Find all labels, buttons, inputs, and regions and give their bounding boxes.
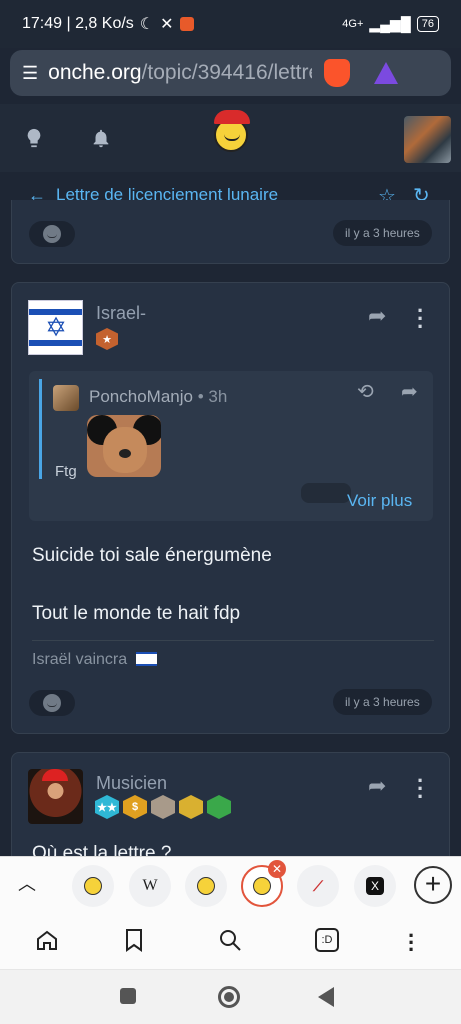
post-time: il y a 3 heures bbox=[333, 220, 432, 246]
emoji-face-icon bbox=[43, 694, 61, 712]
post-username[interactable]: Israel- bbox=[96, 303, 146, 324]
chevron-up-icon[interactable]: ︿ bbox=[18, 870, 36, 896]
reaction-button[interactable] bbox=[29, 690, 75, 716]
post-card: Musicien ★★ $ ➦ · · · Où est la lettre ? bbox=[11, 752, 450, 872]
battery-level: 76 bbox=[416, 16, 439, 32]
url-path: /topic/394416/lettre- bbox=[141, 61, 312, 84]
star-of-david-icon: ✡ bbox=[45, 312, 67, 342]
post-signature: Israël vaincra bbox=[32, 651, 157, 669]
quote-text: Ftg bbox=[55, 463, 77, 480]
tab-strip: W ⟋ X bbox=[0, 856, 461, 914]
more-options-icon[interactable]: · · · bbox=[417, 770, 424, 808]
quote-share-icon[interactable]: ➦ bbox=[401, 379, 418, 404]
share-icon[interactable]: ➦ bbox=[368, 303, 386, 329]
search-icon[interactable] bbox=[218, 928, 242, 952]
post-username[interactable]: Musicien bbox=[96, 773, 167, 794]
israel-flag-avatar[interactable]: ✡ bbox=[28, 300, 83, 355]
extension-button[interactable]: :D bbox=[315, 928, 339, 952]
bell-icon[interactable] bbox=[90, 126, 112, 150]
system-navigation bbox=[0, 970, 461, 1024]
menu-kebab-icon[interactable]: · · · bbox=[408, 925, 415, 961]
signal-icon: ▂▄▆█ bbox=[369, 15, 411, 32]
url-bar[interactable]: ☰ onche.org /topic/394416/lettre- bbox=[10, 50, 451, 96]
israel-flag-icon bbox=[135, 652, 157, 666]
portrait-badge-icon bbox=[151, 795, 175, 819]
history-icon[interactable]: ⟲ bbox=[357, 379, 374, 404]
brave-rewards-icon[interactable] bbox=[373, 62, 398, 84]
status-bar: 17:49 | 2,8 Ko/s ☾ ✕ 4G+ ▂▄▆█ 76 bbox=[0, 0, 461, 48]
beer-badge-icon bbox=[207, 795, 231, 819]
status-time-speed: 17:49 | 2,8 Ko/s bbox=[22, 15, 134, 32]
stars-badge-icon: ★★ bbox=[95, 795, 119, 819]
site-logo-mascot[interactable] bbox=[214, 110, 250, 152]
sticker-image bbox=[87, 415, 161, 477]
quote-username[interactable]: PonchoManjo bbox=[89, 387, 193, 406]
network-type: 4G+ bbox=[342, 18, 364, 30]
post-time: il y a 3 heures bbox=[333, 689, 432, 715]
close-tab-icon[interactable]: ✕ bbox=[268, 860, 286, 878]
onche-favicon-icon bbox=[197, 877, 215, 895]
jv-favicon-icon: ⟋ bbox=[313, 877, 323, 894]
tab-wikipedia[interactable]: W bbox=[129, 865, 171, 907]
brave-notification-icon bbox=[179, 17, 194, 31]
recents-icon[interactable] bbox=[120, 988, 136, 1004]
quote-bar bbox=[39, 379, 42, 479]
post-card: il y a 3 heures bbox=[11, 200, 450, 264]
user-badges: ★★ $ bbox=[95, 795, 231, 819]
more-options-icon[interactable]: · · · bbox=[417, 300, 424, 338]
tab-onche[interactable] bbox=[72, 865, 114, 907]
quote-avatar[interactable] bbox=[53, 385, 79, 411]
browser-toolbar: · · · bbox=[0, 914, 461, 970]
lightbulb-icon[interactable] bbox=[23, 126, 45, 150]
signature-text: Israël vaincra bbox=[32, 651, 128, 668]
post-body-line: Suicide toi sale énergumène bbox=[32, 545, 272, 566]
user-avatar[interactable] bbox=[404, 116, 451, 163]
tab-other[interactable]: ⟋ bbox=[297, 865, 339, 907]
musicien-avatar[interactable] bbox=[28, 769, 83, 824]
rank-badge-icon: ★ bbox=[96, 328, 118, 350]
dollar-badge-icon: $ bbox=[123, 795, 147, 819]
signature-divider bbox=[32, 640, 434, 641]
site-settings-icon[interactable]: ☰ bbox=[22, 63, 38, 84]
back-triangle-icon[interactable] bbox=[318, 987, 334, 1007]
emoji-face-icon bbox=[43, 225, 61, 243]
brave-shields-icon[interactable] bbox=[323, 59, 350, 87]
mute-icon: ✕ bbox=[160, 16, 174, 33]
post-body-line: Tout le monde te hait fdp bbox=[32, 603, 241, 624]
quote-header: PonchoManjo • 3h bbox=[89, 387, 228, 406]
new-tab-button[interactable]: + bbox=[414, 866, 452, 904]
home-icon[interactable] bbox=[35, 928, 59, 952]
url-host: onche.org bbox=[48, 61, 142, 84]
quote-time: 3h bbox=[208, 387, 228, 406]
share-icon[interactable]: ➦ bbox=[368, 773, 386, 799]
bookmark-icon[interactable] bbox=[124, 928, 144, 952]
mascot-badge-icon bbox=[179, 795, 203, 819]
tab-x[interactable]: X bbox=[354, 865, 396, 907]
post-card: ✡ Israel- ★ ➦ · · · PonchoManjo • 3h ⟲ ➦ F… bbox=[11, 282, 450, 734]
onche-favicon-icon bbox=[84, 877, 102, 895]
onche-favicon-icon bbox=[253, 877, 271, 895]
home-circle-icon[interactable] bbox=[218, 986, 240, 1008]
faded-sticker bbox=[301, 483, 351, 503]
tab-onche[interactable] bbox=[185, 865, 227, 907]
x-logo-icon: X bbox=[366, 877, 384, 895]
reaction-button[interactable] bbox=[29, 221, 75, 247]
voir-plus-link[interactable]: Voir plus bbox=[347, 491, 412, 511]
quoted-post: PonchoManjo • 3h ⟲ ➦ Ftg Voir plus bbox=[29, 371, 433, 521]
moon-icon: ☾ bbox=[139, 16, 155, 33]
